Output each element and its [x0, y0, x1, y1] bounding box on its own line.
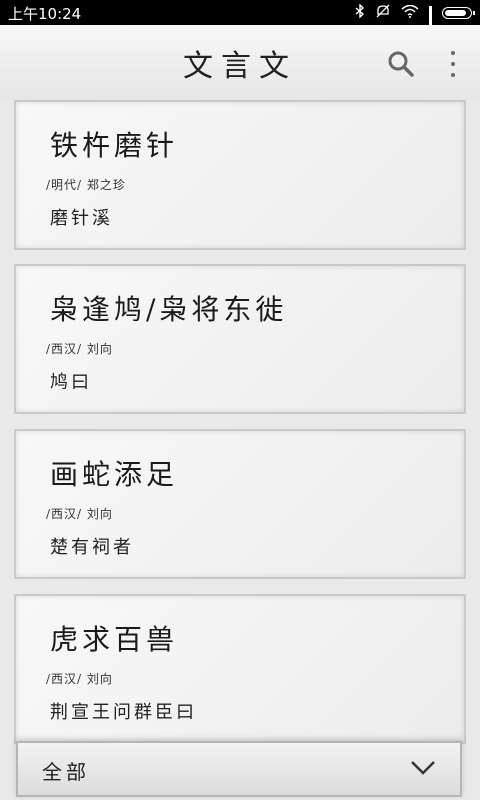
search-button[interactable] — [386, 49, 416, 79]
article-card[interactable]: 画蛇添足 /西汉/ 刘向 楚有祠者 — [14, 429, 466, 579]
search-icon — [388, 51, 414, 77]
filter-selected-label: 全部 — [42, 760, 90, 784]
bluetooth-icon — [355, 3, 365, 22]
article-meta: /明代/ 郑之珍 — [46, 178, 126, 192]
article-meta: /西汉/ 刘向 — [46, 672, 113, 686]
battery-fill — [445, 10, 467, 16]
category-filter-dropdown[interactable]: 全部 — [16, 741, 462, 797]
article-excerpt: 楚有祠者 — [50, 537, 134, 558]
article-title: 虎求百兽 — [50, 623, 179, 656]
wifi-icon — [401, 4, 419, 22]
article-card[interactable]: 铁杵磨针 /明代/ 郑之珍 磨针溪 — [14, 100, 466, 250]
article-excerpt: 荆宣王问群臣曰 — [50, 702, 197, 723]
chevron-down-icon — [411, 761, 435, 775]
article-title: 枭逢鸠/枭将东徙 — [50, 293, 288, 326]
more-vertical-icon — [451, 51, 455, 55]
mute-icon — [375, 4, 391, 22]
status-bar: 上午10:24 — [0, 0, 480, 40]
article-excerpt: 鸠曰 — [50, 372, 92, 393]
article-list[interactable]: 铁杵磨针 /明代/ 郑之珍 磨针溪 枭逢鸠/枭将东徙 /西汉/ 刘向 鸠曰 画蛇… — [0, 100, 480, 800]
app-bar: 文言文 — [0, 25, 480, 100]
battery-icon — [442, 7, 475, 19]
article-card[interactable]: 虎求百兽 /西汉/ 刘向 荆宣王问群臣曰 — [14, 594, 466, 744]
status-icons — [355, 3, 475, 40]
more-options-button[interactable] — [440, 47, 466, 81]
article-meta: /西汉/ 刘向 — [46, 507, 113, 521]
article-title: 画蛇添足 — [50, 458, 179, 491]
article-meta: /西汉/ 刘向 — [46, 342, 113, 356]
article-excerpt: 磨针溪 — [50, 208, 113, 229]
article-title: 铁杵磨针 — [50, 129, 179, 162]
status-time: 上午10:24 — [8, 5, 82, 23]
article-card[interactable]: 枭逢鸠/枭将东徙 /西汉/ 刘向 鸠曰 — [14, 264, 466, 414]
signal-icon — [429, 6, 432, 40]
